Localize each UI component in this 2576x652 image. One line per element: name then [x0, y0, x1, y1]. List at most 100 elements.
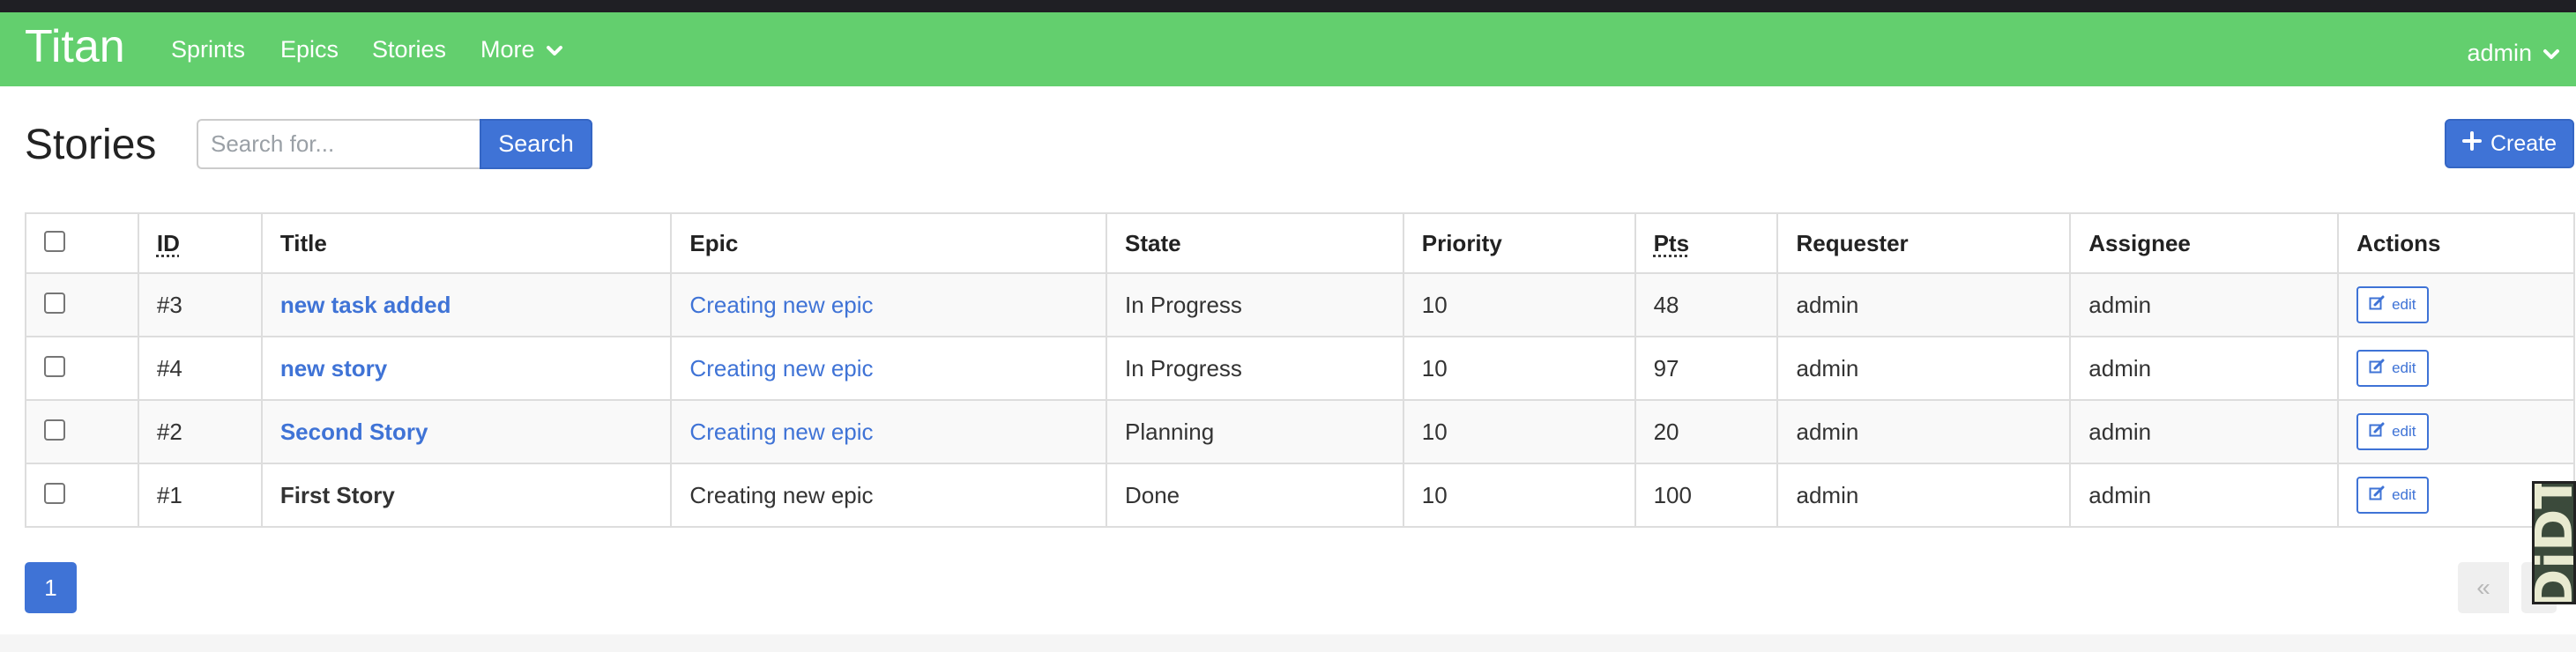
nav-item-more[interactable]: More	[480, 33, 563, 65]
story-epic-cell: Creating new epic	[670, 336, 1107, 401]
select-all-checkbox[interactable]	[44, 230, 65, 252]
story-epic-cell: Creating new epic	[670, 399, 1107, 464]
table-row: #2 Second Story Creating new epic Planni…	[25, 399, 2575, 464]
story-pts: 100	[1634, 463, 1779, 528]
story-title: First Story	[260, 463, 673, 528]
brand-logo[interactable]: Titan	[25, 19, 125, 74]
story-actions-cell: edit	[2337, 272, 2575, 337]
edit-button[interactable]: edit	[2356, 286, 2429, 323]
plus-icon	[2461, 130, 2482, 157]
story-epic: Creating new epic	[670, 463, 1107, 528]
edit-icon	[2369, 295, 2385, 315]
row-checkbox[interactable]	[44, 419, 65, 441]
story-title-link[interactable]: new story	[280, 355, 387, 382]
column-header-epic: Epic	[670, 212, 1107, 274]
story-requester: admin	[1776, 463, 2072, 528]
edit-button[interactable]: edit	[2356, 413, 2429, 450]
chevron-down-icon	[2542, 37, 2560, 69]
column-header-actions: Actions	[2337, 212, 2575, 274]
story-title-cell: new task added	[260, 272, 673, 337]
create-button[interactable]: Create	[2445, 119, 2574, 168]
debug-toolbar-handle[interactable]: DjDT	[2532, 481, 2576, 604]
footer-strip	[0, 634, 2576, 652]
row-checkbox[interactable]	[44, 482, 65, 504]
story-epic-link[interactable]: Creating new epic	[689, 292, 873, 318]
story-epic-link[interactable]: Creating new epic	[689, 419, 873, 445]
row-select-cell	[25, 336, 139, 401]
nav-item-more-label: More	[480, 36, 535, 63]
page-title: Stories	[25, 122, 157, 168]
pagination-prev-button[interactable]: «	[2458, 562, 2509, 613]
column-header-id[interactable]: ID	[137, 212, 263, 274]
edit-button-label: edit	[2392, 423, 2416, 440]
story-assignee: admin	[2069, 463, 2340, 528]
story-id: #1	[137, 463, 263, 528]
story-state: In Progress	[1105, 272, 1404, 337]
story-title-link[interactable]: Second Story	[280, 419, 428, 445]
table-row: #4 new story Creating new epic In Progre…	[25, 336, 2575, 401]
window-top-bar	[0, 0, 2576, 12]
chevron-down-icon	[546, 33, 563, 65]
table-row: #3 new task added Creating new epic In P…	[25, 272, 2575, 337]
navbar: Titan Sprints Epics Stories More admin	[0, 12, 2576, 86]
story-pts: 48	[1634, 272, 1779, 337]
column-header-pts[interactable]: Pts	[1634, 212, 1779, 274]
story-requester: admin	[1776, 336, 2072, 401]
search-button[interactable]: Search	[480, 119, 592, 169]
story-id: #2	[137, 399, 263, 464]
story-id: #4	[137, 336, 263, 401]
story-requester: admin	[1776, 272, 2072, 337]
column-header-requester: Requester	[1776, 212, 2072, 274]
stories-table: ID Title Epic State Priority Pts Request…	[25, 212, 2575, 528]
story-state: Done	[1105, 463, 1404, 528]
edit-icon	[2369, 359, 2385, 379]
edit-button[interactable]: edit	[2356, 477, 2429, 514]
user-menu[interactable]: admin	[2467, 37, 2560, 69]
row-select-cell	[25, 463, 139, 528]
nav-item-sprints[interactable]: Sprints	[171, 33, 245, 65]
nav-item-epics[interactable]: Epics	[280, 33, 339, 65]
column-header-priority: Priority	[1402, 212, 1636, 274]
story-title-cell: Second Story	[260, 399, 673, 464]
story-priority: 10	[1402, 399, 1636, 464]
story-assignee: admin	[2069, 272, 2340, 337]
create-button-label: Create	[2490, 130, 2557, 156]
story-assignee: admin	[2069, 336, 2340, 401]
story-id: #3	[137, 272, 263, 337]
table-row: #1 First Story Creating new epic Done 10…	[25, 463, 2575, 528]
story-epic-cell: Creating new epic	[670, 272, 1107, 337]
pagination-page-1[interactable]: 1	[25, 562, 77, 613]
row-checkbox[interactable]	[44, 355, 65, 377]
story-pts: 20	[1634, 399, 1779, 464]
edit-button[interactable]: edit	[2356, 350, 2429, 387]
story-actions-cell: edit	[2337, 336, 2575, 401]
column-header-title: Title	[260, 212, 673, 274]
story-priority: 10	[1402, 463, 1636, 528]
story-assignee: admin	[2069, 399, 2340, 464]
row-select-cell	[25, 272, 139, 337]
edit-icon	[2369, 485, 2385, 506]
story-state: In Progress	[1105, 336, 1404, 401]
story-priority: 10	[1402, 336, 1636, 401]
user-menu-label: admin	[2467, 40, 2532, 66]
story-title-cell: new story	[260, 336, 673, 401]
story-actions-cell: edit	[2337, 399, 2575, 464]
story-pts: 97	[1634, 336, 1779, 401]
edit-button-label: edit	[2392, 359, 2416, 376]
story-title-link[interactable]: new task added	[280, 292, 451, 318]
nav-item-stories[interactable]: Stories	[372, 33, 446, 65]
row-select-cell	[25, 399, 139, 464]
table-header-row: ID Title Epic State Priority Pts Request…	[25, 212, 2575, 274]
debug-toolbar-label: DjDT	[2532, 481, 2576, 602]
story-requester: admin	[1776, 399, 2072, 464]
story-epic-link[interactable]: Creating new epic	[689, 355, 873, 382]
column-header-assignee: Assignee	[2069, 212, 2340, 274]
row-checkbox[interactable]	[44, 292, 65, 314]
story-state: Planning	[1105, 399, 1404, 464]
edit-button-label: edit	[2392, 296, 2416, 313]
column-header-state: State	[1105, 212, 1404, 274]
story-priority: 10	[1402, 272, 1636, 337]
edit-icon	[2369, 422, 2385, 442]
select-all-cell	[25, 212, 139, 274]
search-input[interactable]	[197, 119, 480, 169]
